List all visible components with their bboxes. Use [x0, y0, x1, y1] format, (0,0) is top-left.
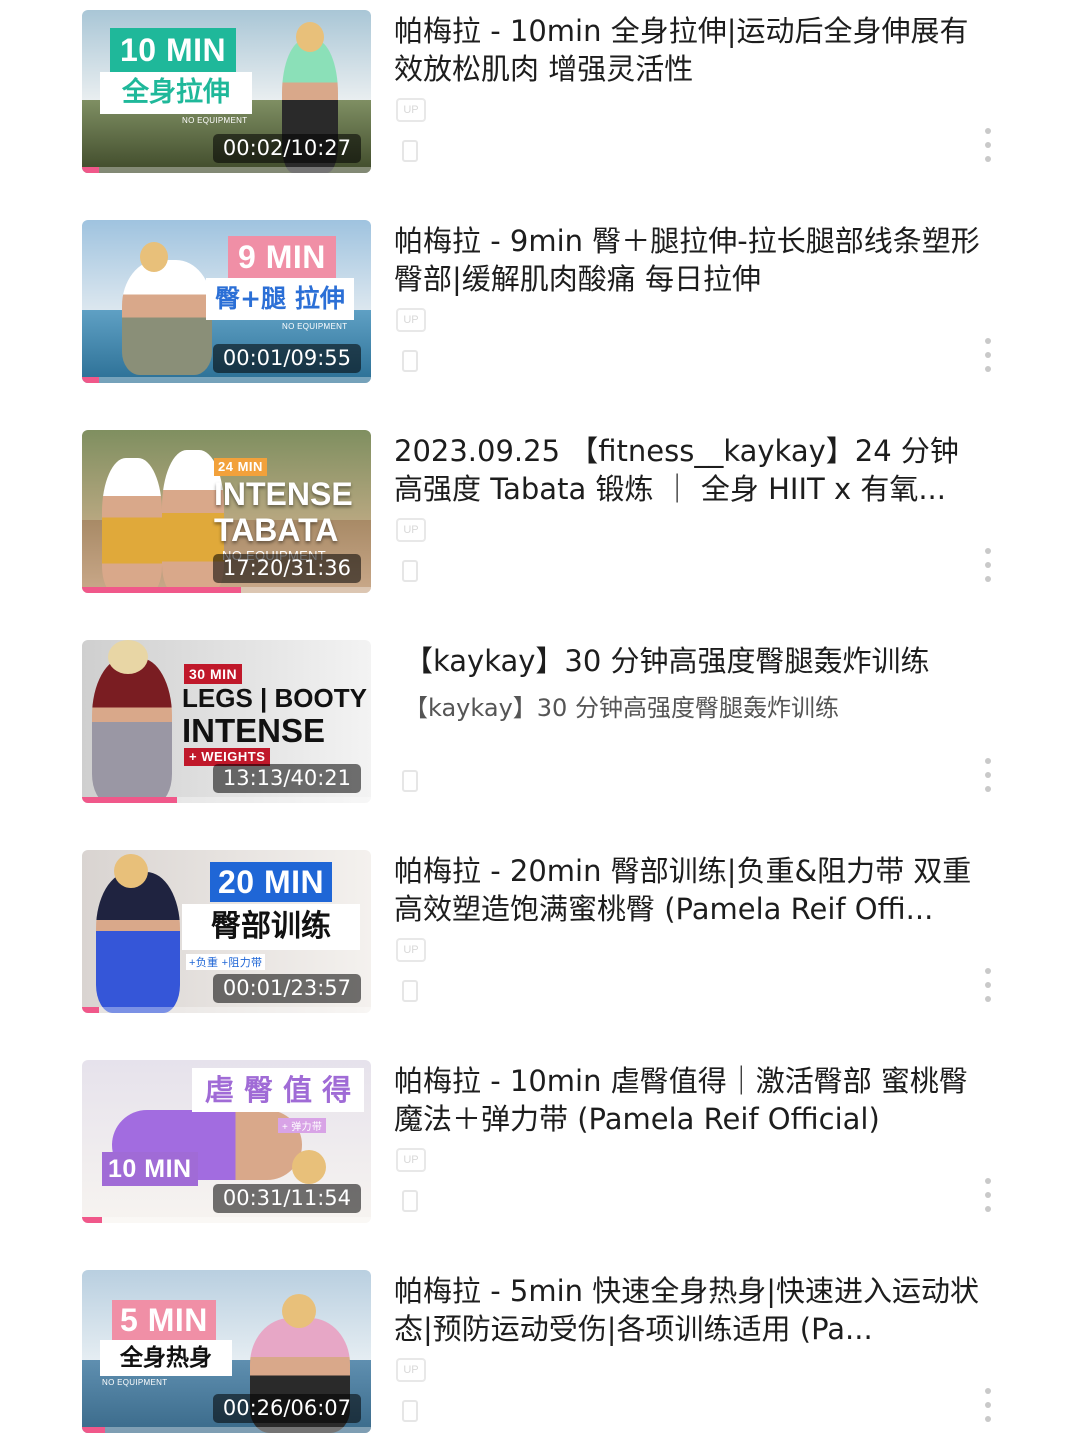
up-icon: UP — [396, 98, 426, 122]
video-list-item[interactable]: 20 MIN 臀部训练 +负重 +阻力带 00:01/23:57 帕梅拉 - 2… — [0, 840, 1080, 1040]
progress-bar — [82, 377, 100, 383]
more-vertical-icon[interactable] — [978, 338, 998, 372]
playback-time: 00:02/10:27 — [212, 134, 361, 163]
video-list-item[interactable]: 虐 臀 值 得 + 弹力带 10 MIN 00:31/11:54 帕梅拉 - 1… — [0, 1050, 1080, 1250]
more-vertical-icon[interactable] — [978, 128, 998, 162]
video-list-item[interactable]: 24 MIN INTENSE TABATA NO EQUIPMENT 17:20… — [0, 420, 1080, 620]
thumbnail-label: 虐 臀 值 得 — [192, 1068, 364, 1112]
playback-time: 00:01/23:57 — [212, 974, 361, 1003]
more-vertical-icon[interactable] — [978, 1388, 998, 1422]
video-title[interactable]: 帕梅拉 - 20min 臀部训练|负重&阻力带 双重高效塑造饱满蜜桃臀 (Pam… — [394, 852, 994, 928]
more-vertical-icon[interactable] — [978, 968, 998, 1002]
play-count-icon — [402, 770, 418, 792]
video-list-item[interactable]: 5 MIN 全身热身 NO EQUIPMENT 00:26/06:07 帕梅拉 … — [0, 1260, 1080, 1440]
video-list-item[interactable]: 30 MIN LEGS | BOOTY INTENSE + WEIGHTS 13… — [0, 630, 1080, 830]
progress-track — [82, 167, 371, 173]
equipment-note: NO EQUIPMENT — [282, 322, 348, 331]
duration-badge: 10 MIN — [110, 28, 237, 72]
playback-time: 17:20/31:36 — [212, 554, 361, 583]
play-count-icon — [402, 980, 418, 1002]
duration-badge: 24 MIN — [214, 458, 267, 476]
video-thumbnail[interactable]: 24 MIN INTENSE TABATA NO EQUIPMENT 17:20… — [82, 430, 371, 593]
video-thumbnail[interactable]: 10 MIN 全身拉伸 NO EQUIPMENT 00:02/10:27 — [82, 10, 371, 173]
play-count-icon — [402, 350, 418, 372]
duration-badge: 20 MIN — [210, 862, 333, 902]
play-count-icon — [402, 140, 418, 162]
thumbnail-label: 全身拉伸 — [100, 72, 252, 114]
video-title[interactable]: 帕梅拉 - 10min 虐臀值得｜激活臀部 蜜桃臀魔法＋弹力带 (Pamela … — [394, 1062, 994, 1138]
progress-bar — [82, 797, 178, 803]
duration-badge: 9 MIN — [228, 236, 336, 278]
thumbnail-label: 臀+腿 拉伸 — [206, 278, 354, 320]
progress-bar — [82, 1217, 103, 1223]
up-icon: UP — [396, 1148, 426, 1172]
play-count-icon — [402, 560, 418, 582]
progress-track — [82, 377, 371, 383]
thumbnail-label: 臀部训练 — [182, 904, 360, 950]
up-icon: UP — [396, 308, 426, 332]
playback-time: 00:26/06:07 — [212, 1394, 361, 1423]
progress-bar — [82, 1427, 106, 1433]
progress-track — [82, 1427, 371, 1433]
thumbnail-headline: INTENSE — [214, 476, 353, 512]
playback-time: 00:31/11:54 — [212, 1184, 361, 1213]
thumbnail-headline: TABATA — [214, 512, 339, 548]
equipment-note: NO EQUIPMENT — [182, 116, 248, 125]
progress-track — [82, 1007, 371, 1013]
equipment-note: + 弹力带 — [278, 1118, 327, 1133]
video-title[interactable]: 帕梅拉 - 5min 快速全身热身|快速进入运动状态|预防运动受伤|各项训练适用… — [394, 1272, 994, 1348]
video-title[interactable]: 帕梅拉 - 9min 臀＋腿拉伸-拉长腿部线条塑形臀部|缓解肌肉酸痛 每日拉伸 — [394, 222, 994, 298]
video-title[interactable]: 2023.09.25 【fitness__kaykay】24 分钟 高强度 Ta… — [394, 432, 994, 508]
thumbnail-headline: LEGS | BOOTY — [182, 683, 367, 713]
equipment-note: +负重 +阻力带 — [186, 954, 266, 970]
video-thumbnail[interactable]: 5 MIN 全身热身 NO EQUIPMENT 00:26/06:07 — [82, 1270, 371, 1433]
more-vertical-icon[interactable] — [978, 1178, 998, 1212]
more-vertical-icon[interactable] — [978, 548, 998, 582]
progress-track — [82, 1217, 371, 1223]
duration-badge: 30 MIN — [184, 664, 243, 684]
playback-time: 00:01/09:55 — [212, 344, 361, 373]
video-list-item[interactable]: 9 MIN 臀+腿 拉伸 NO EQUIPMENT 00:01/09:55 帕梅… — [0, 210, 1080, 410]
up-icon: UP — [396, 518, 426, 542]
equipment-note: NO EQUIPMENT — [102, 1378, 168, 1387]
up-icon: UP — [396, 938, 426, 962]
video-thumbnail[interactable]: 30 MIN LEGS | BOOTY INTENSE + WEIGHTS 13… — [82, 640, 371, 803]
duration-badge: 10 MIN — [102, 1152, 198, 1186]
video-history-list: 10 MIN 全身拉伸 NO EQUIPMENT 00:02/10:27 帕梅拉… — [0, 0, 1080, 1440]
video-thumbnail[interactable]: 9 MIN 臀+腿 拉伸 NO EQUIPMENT 00:01/09:55 — [82, 220, 371, 383]
video-title[interactable]: 帕梅拉 - 10min 全身拉伸|运动后全身伸展有效放松肌肉 增强灵活性 — [394, 12, 994, 88]
thumbnail-label: 全身热身 — [100, 1340, 232, 1376]
video-list-item[interactable]: 10 MIN 全身拉伸 NO EQUIPMENT 00:02/10:27 帕梅拉… — [0, 0, 1080, 200]
play-count-icon — [402, 1190, 418, 1212]
play-count-icon — [402, 1400, 418, 1422]
progress-bar — [82, 1007, 100, 1013]
playback-time: 13:13/40:21 — [212, 764, 361, 793]
progress-bar — [82, 587, 241, 593]
video-thumbnail[interactable]: 20 MIN 臀部训练 +负重 +阻力带 00:01/23:57 — [82, 850, 371, 1013]
thumbnail-headline: INTENSE — [182, 712, 326, 749]
progress-bar — [82, 167, 100, 173]
more-vertical-icon[interactable] — [978, 758, 998, 792]
video-title[interactable]: 【kaykay】30 分钟高强度臀腿轰炸训练 — [404, 642, 1004, 680]
video-subtitle: 【kaykay】30 分钟高强度臀腿轰炸训练 — [404, 694, 839, 722]
duration-badge: 5 MIN — [112, 1300, 216, 1340]
up-icon: UP — [396, 1358, 426, 1382]
video-thumbnail[interactable]: 虐 臀 值 得 + 弹力带 10 MIN 00:31/11:54 — [82, 1060, 371, 1223]
